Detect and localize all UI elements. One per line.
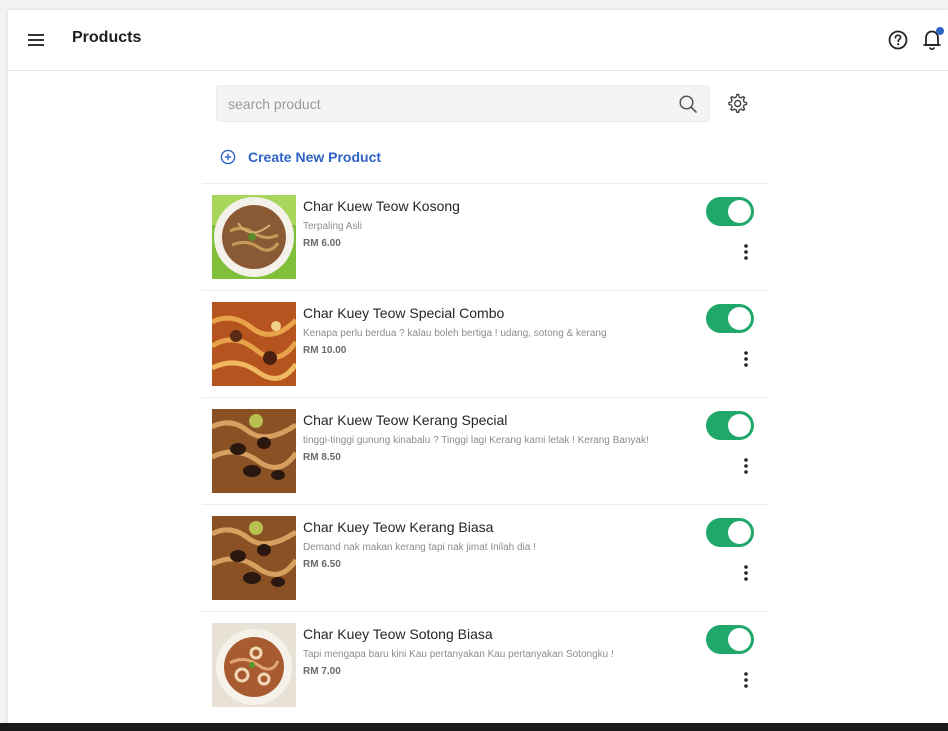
product-image bbox=[212, 302, 296, 386]
product-row[interactable]: Char Kuey Teow Special Combo Kenapa perl… bbox=[202, 290, 768, 397]
more-vertical-icon[interactable] bbox=[742, 563, 750, 583]
product-row[interactable]: Char Kuew Teow Kosong Terpaling Asli RM … bbox=[202, 183, 768, 290]
product-price: RM 6.00 bbox=[303, 238, 341, 249]
product-description: Kenapa perlu berdua ? kalau boleh bertig… bbox=[303, 328, 607, 339]
notification-dot bbox=[936, 27, 944, 35]
toggle-knob bbox=[728, 521, 751, 544]
help-circle-icon[interactable] bbox=[887, 29, 909, 51]
product-enabled-toggle[interactable] bbox=[706, 304, 754, 333]
product-enabled-toggle[interactable] bbox=[706, 411, 754, 440]
gear-icon[interactable] bbox=[726, 92, 748, 114]
product-image bbox=[212, 623, 296, 707]
search-input[interactable] bbox=[217, 86, 667, 121]
toggle-knob bbox=[728, 200, 751, 223]
product-price: RM 7.00 bbox=[303, 666, 341, 677]
product-name: Char Kuew Teow Kerang Special bbox=[303, 412, 508, 428]
product-name: Char Kuey Teow Kerang Biasa bbox=[303, 519, 494, 535]
product-row[interactable]: Char Kuey Teow Sotong Biasa Tapi mengapa… bbox=[202, 611, 768, 718]
product-name: Char Kuey Teow Special Combo bbox=[303, 305, 505, 321]
more-vertical-icon[interactable] bbox=[742, 242, 750, 262]
bottom-bar bbox=[0, 723, 948, 731]
product-image bbox=[212, 516, 296, 600]
search-box bbox=[216, 85, 710, 122]
hamburger-menu-icon[interactable] bbox=[27, 31, 47, 49]
more-vertical-icon[interactable] bbox=[742, 349, 750, 369]
product-enabled-toggle[interactable] bbox=[706, 625, 754, 654]
product-description: Tapi mengapa baru kini Kau pertanyakan K… bbox=[303, 649, 614, 660]
bell-icon[interactable] bbox=[920, 25, 946, 53]
more-vertical-icon[interactable] bbox=[742, 456, 750, 476]
product-description: tinggi-tinggi gunung kinabalu ? Tinggi l… bbox=[303, 435, 649, 446]
top-bar: Products bbox=[8, 10, 948, 71]
toggle-knob bbox=[728, 414, 751, 437]
product-row[interactable]: Char Kuey Teow Kerang Biasa Demand nak m… bbox=[202, 504, 768, 611]
product-price: RM 8.50 bbox=[303, 452, 341, 463]
search-icon[interactable] bbox=[678, 94, 698, 114]
create-new-product-button[interactable]: Create New Product bbox=[220, 147, 381, 167]
product-enabled-toggle[interactable] bbox=[706, 197, 754, 226]
product-row[interactable]: Char Kuew Teow Kerang Special tinggi-tin… bbox=[202, 397, 768, 504]
product-image bbox=[212, 409, 296, 493]
app-window: Products Create New Product bbox=[8, 10, 948, 723]
plus-circle-icon bbox=[220, 149, 236, 165]
product-description: Terpaling Asli bbox=[303, 221, 362, 232]
product-enabled-toggle[interactable] bbox=[706, 518, 754, 547]
product-description: Demand nak makan kerang tapi nak jimat I… bbox=[303, 542, 536, 553]
product-name: Char Kuey Teow Sotong Biasa bbox=[303, 626, 493, 642]
product-list: Char Kuew Teow Kosong Terpaling Asli RM … bbox=[202, 183, 768, 718]
page-title: Products bbox=[72, 29, 142, 46]
create-new-product-label: Create New Product bbox=[248, 149, 382, 165]
product-name: Char Kuew Teow Kosong bbox=[303, 198, 460, 214]
product-price: RM 6.50 bbox=[303, 559, 341, 570]
toggle-knob bbox=[728, 307, 751, 330]
product-price: RM 10.00 bbox=[303, 345, 347, 356]
more-vertical-icon[interactable] bbox=[742, 670, 750, 690]
product-image bbox=[212, 195, 296, 279]
toggle-knob bbox=[728, 628, 751, 651]
